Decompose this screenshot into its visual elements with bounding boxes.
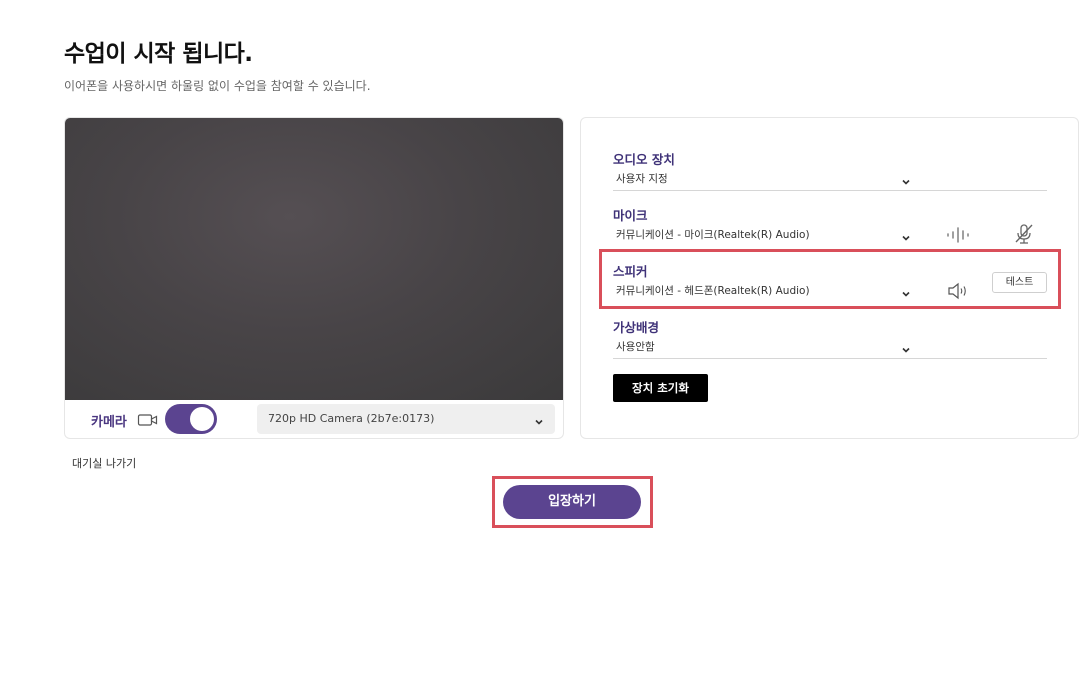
chevron-down-icon: [900, 229, 912, 241]
exit-waiting-room-link[interactable]: 대기실 나가기: [72, 455, 136, 471]
mic-muted-icon[interactable]: [1011, 223, 1037, 244]
chevron-down-icon: [900, 341, 912, 353]
mic-level-icon: [945, 225, 971, 245]
enter-button[interactable]: 입장하기: [503, 485, 641, 519]
toggle-knob: [190, 407, 214, 431]
reset-devices-button[interactable]: 장치 초기화: [613, 374, 708, 402]
camera-label: 카메라: [91, 415, 127, 430]
mic-label: 마이크: [613, 208, 648, 223]
page-title: 수업이 시작 됩니다.: [64, 41, 253, 67]
audio-device-select[interactable]: 사용자 지정: [613, 169, 1047, 191]
page-subtitle: 이어폰을 사용하시면 하울링 없이 수업을 참여할 수 있습니다.: [64, 79, 371, 93]
camera-toggle[interactable]: [165, 404, 217, 434]
speaker-highlight-box: [599, 249, 1061, 309]
camera-card: 카메라 720p HD Camera (2b7e:0173): [64, 117, 564, 439]
camera-device-value: 720p HD Camera (2b7e:0173): [268, 412, 435, 425]
chevron-down-icon: [533, 413, 545, 425]
audio-device-section: 오디오 장치 사용자 지정: [613, 149, 1047, 191]
audio-device-value: 사용자 지정: [616, 173, 668, 185]
camera-preview: [65, 118, 563, 400]
background-section: 가상배경 사용안함: [613, 317, 1047, 359]
camera-device-select[interactable]: 720p HD Camera (2b7e:0173): [257, 404, 555, 434]
mic-value: 커뮤니케이션 - 마이크(Realtek(R) Audio): [616, 229, 810, 241]
camera-controls: 카메라 720p HD Camera (2b7e:0173): [65, 400, 563, 438]
chevron-down-icon: [900, 173, 912, 185]
mic-select[interactable]: 커뮤니케이션 - 마이크(Realtek(R) Audio): [613, 225, 1047, 247]
background-value: 사용안함: [616, 341, 655, 353]
camera-icon: [137, 412, 159, 428]
background-label: 가상배경: [613, 320, 660, 335]
background-select[interactable]: 사용안함: [613, 337, 1047, 359]
audio-device-label: 오디오 장치: [613, 152, 675, 167]
mic-section: 마이크 커뮤니케이션 - 마이크(Realtek(R) Audio): [613, 205, 1047, 244]
